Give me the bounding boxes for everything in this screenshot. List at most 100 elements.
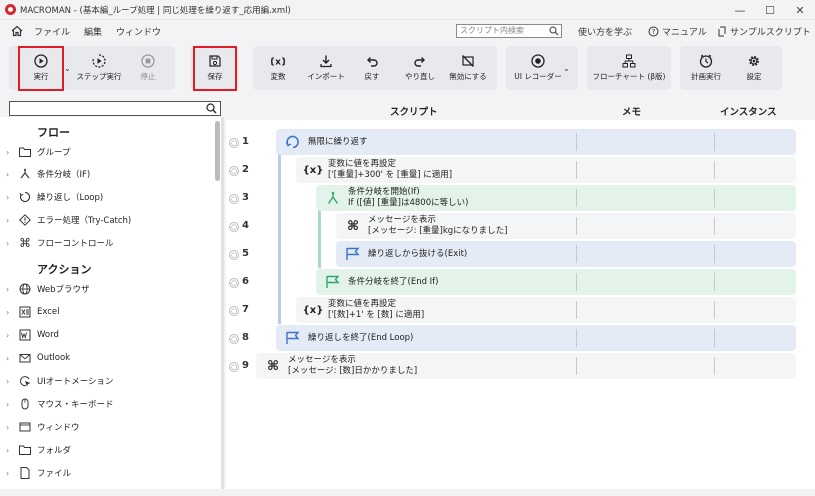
script-row-8[interactable]: 繰り返しを終了(End Loop) xyxy=(276,325,796,351)
scheduled-run-button[interactable]: 計画実行 xyxy=(686,46,726,90)
menu-edit[interactable]: 編集 xyxy=(84,25,102,38)
script-row-4[interactable]: ⌘ メッセージを表示 [メッセージ: [重量]kgになりました] xyxy=(336,213,796,239)
palette-item-ui-automation[interactable]: › UIオートメーション xyxy=(6,372,114,390)
palette-item-file[interactable]: › ファイル xyxy=(6,464,71,482)
home-icon[interactable] xyxy=(8,22,26,40)
palette-item-web-browser[interactable]: › Webブラウザ xyxy=(6,280,90,298)
window-title: MACROMAN - (基本編_ループ処理 | 同じ処理を繰り返す_応用編.xm… xyxy=(20,5,291,16)
palette-item-flow-control[interactable]: › ⌘ フローコントロール xyxy=(6,234,114,252)
palette-item-mouse-keyboard[interactable]: › マウス・キーボード xyxy=(6,395,114,413)
step-run-label: ステップ実行 xyxy=(76,72,122,81)
row-toggle[interactable]: ○ xyxy=(229,278,239,288)
palette-item-word[interactable]: › Word xyxy=(6,326,59,344)
maximize-button[interactable]: ☐ xyxy=(755,0,785,20)
row-toggle[interactable]: ○ xyxy=(229,362,239,372)
step-text: メッセージを表示 [メッセージ: [数]日かかりました] xyxy=(288,355,417,377)
step-run-button[interactable]: ステップ実行 xyxy=(74,46,124,90)
stop-button[interactable]: 停止 xyxy=(130,46,166,90)
flag-icon xyxy=(322,275,344,289)
import-label: インポート xyxy=(307,72,345,81)
row-toggle[interactable]: ○ xyxy=(229,138,239,148)
palette-item-label: フォルダ xyxy=(37,446,72,456)
excel-icon xyxy=(18,305,32,319)
minimize-button[interactable]: — xyxy=(725,0,755,20)
redo-button[interactable]: やり直し xyxy=(400,46,440,90)
mouse-icon xyxy=(18,397,32,411)
column-memo[interactable]: メモ xyxy=(622,104,641,118)
script-row-7[interactable]: {x} 変数に値を再設定 ['[数]+1' を [数] に適用] xyxy=(296,297,796,323)
column-separator xyxy=(576,133,577,151)
warning-diamond-icon xyxy=(18,213,32,227)
script-row-9[interactable]: ⌘ メッセージを表示 [メッセージ: [数]日かかりました] xyxy=(256,353,796,379)
chevron-right-icon: › xyxy=(6,307,10,317)
download-icon xyxy=(320,55,332,68)
script-row-2[interactable]: {x} 変数に値を再設定 ['[重量]+300' を [重量] に適用] xyxy=(296,157,796,183)
step-text: 変数に値を再設定 ['[数]+1' を [数] に適用] xyxy=(328,299,424,321)
chevron-right-icon: › xyxy=(6,445,10,455)
import-button[interactable]: インポート xyxy=(304,46,348,90)
script-row-5[interactable]: 繰り返しから抜ける(Exit) xyxy=(336,241,796,267)
palette-item-group[interactable]: › グループ xyxy=(6,143,71,161)
column-separator xyxy=(714,357,715,375)
column-separator xyxy=(576,217,577,235)
chevron-right-icon: › xyxy=(6,169,10,179)
variable-label: 変数 xyxy=(270,72,286,81)
row-toggle[interactable]: ○ xyxy=(229,194,239,204)
search-icon[interactable] xyxy=(206,103,217,114)
palette-scrollbar[interactable] xyxy=(215,121,220,181)
column-separator xyxy=(576,189,577,207)
close-button[interactable]: ✕ xyxy=(785,0,815,20)
script-row-3[interactable]: 条件分岐を開始(If) If ([値] [重量]は4800に等しい) xyxy=(316,185,796,211)
column-instance[interactable]: インスタンス xyxy=(720,104,777,118)
settings-button[interactable]: 設定 xyxy=(737,46,771,90)
palette-item-label: ウィンドウ xyxy=(37,423,80,433)
record-icon xyxy=(531,54,545,68)
action-search-input[interactable] xyxy=(9,101,221,116)
flag-icon xyxy=(342,247,364,261)
script-row-1[interactable]: 無限に繰り返す xyxy=(276,129,796,155)
palette-item-folder[interactable]: › フォルダ xyxy=(6,441,71,459)
row-toggle[interactable]: ○ xyxy=(229,250,239,260)
step-text: 変数に値を再設定 ['[重量]+300' を [重量] に適用] xyxy=(328,159,452,181)
undo-button[interactable]: 戻す xyxy=(357,46,387,90)
column-script[interactable]: スクリプト xyxy=(390,104,438,118)
variable-icon: {x} xyxy=(302,164,324,176)
row-toggle[interactable]: ○ xyxy=(229,222,239,232)
manual-link[interactable]: ? マニュアル xyxy=(648,25,707,38)
palette-item-try-catch[interactable]: › エラー処理（Try-Catch) xyxy=(6,211,131,229)
learn-link[interactable]: 使い方を学ぶ xyxy=(578,25,632,38)
disable-button[interactable]: 無効にする xyxy=(444,46,492,90)
samples-link[interactable]: サンプルスクリプト xyxy=(717,25,811,38)
chevron-right-icon: › xyxy=(6,330,10,340)
variable-button[interactable]: {x} 変数 xyxy=(262,46,294,90)
flowchart-label: フローチャート (β版) xyxy=(592,72,666,81)
script-search-input[interactable]: スクリプト内検索 xyxy=(456,24,562,38)
recorder-dropdown-chevron-icon[interactable]: ⌄ xyxy=(563,64,570,73)
palette-item-outlook[interactable]: › Outlook xyxy=(6,349,70,367)
file-icon xyxy=(18,466,32,480)
script-row-6[interactable]: 条件分岐を終了(End If) xyxy=(316,269,796,295)
flowchart-button[interactable]: フローチャート (β版) xyxy=(590,46,668,90)
menu-window[interactable]: ウィンドウ xyxy=(116,25,161,38)
run-dropdown-chevron-icon[interactable]: ⌄ xyxy=(64,64,71,73)
palette-item-window[interactable]: › ウィンドウ xyxy=(6,418,80,436)
row-toggle[interactable]: ○ xyxy=(229,306,239,316)
row-number: 3 xyxy=(242,192,249,203)
step-run-icon xyxy=(92,54,106,68)
column-separator xyxy=(576,329,577,347)
row-toggle[interactable]: ○ xyxy=(229,334,239,344)
row-toggle[interactable]: ○ xyxy=(229,166,239,176)
ui-recorder-button[interactable]: UI レコーダー xyxy=(512,46,564,90)
scheduled-run-label: 計画実行 xyxy=(691,72,721,81)
manual-label: マニュアル xyxy=(662,28,707,38)
palette-item-if[interactable]: › 条件分岐（IF) xyxy=(6,165,90,183)
palette-item-excel[interactable]: › Excel xyxy=(6,303,60,321)
menu-file[interactable]: ファイル xyxy=(34,25,70,38)
search-icon[interactable] xyxy=(549,26,559,36)
action-palette: フロー › グループ › 条件分岐（IF) › 繰り返し（Loop) › エラー… xyxy=(0,117,224,489)
chevron-right-icon: › xyxy=(6,215,10,225)
panel-splitter[interactable] xyxy=(221,117,224,489)
palette-item-loop[interactable]: › 繰り返し（Loop) xyxy=(6,188,103,206)
chevron-right-icon: › xyxy=(6,353,10,363)
step-title: 条件分岐を終了(End If) xyxy=(348,276,439,287)
